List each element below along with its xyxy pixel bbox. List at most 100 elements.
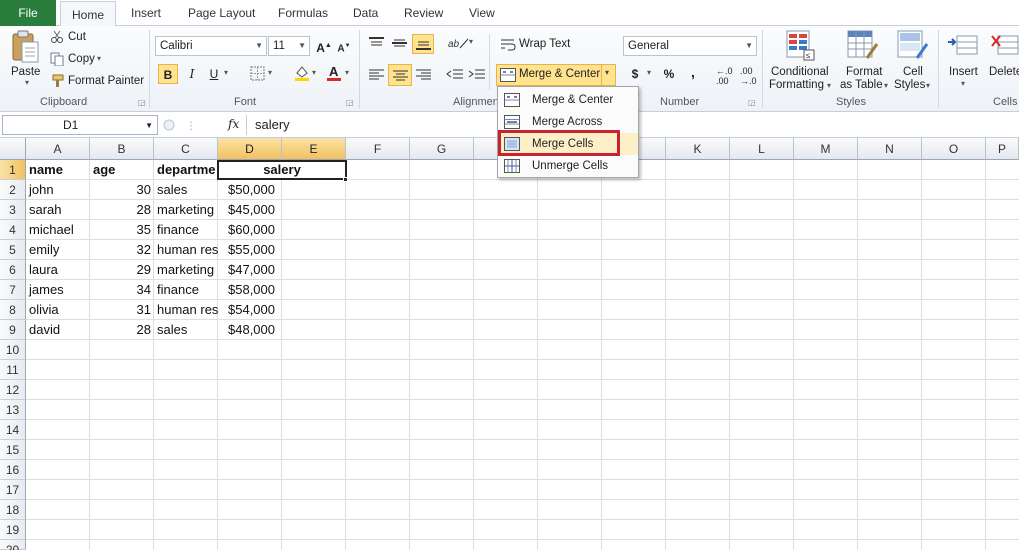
conditional-formatting-icon[interactable]: ≤ [786, 30, 816, 62]
tab-data[interactable]: Data [353, 5, 378, 26]
cell-d2[interactable]: $50,000 [218, 180, 278, 200]
delete-cells-button[interactable]: Delete [989, 66, 1019, 78]
column-header-o[interactable]: O [922, 138, 986, 160]
copy-dropdown-icon[interactable]: ▾ [97, 54, 101, 63]
top-align-icon[interactable] [368, 36, 386, 50]
tab-formulas[interactable]: Formulas [278, 5, 328, 26]
cell-b9[interactable]: 28 [90, 320, 154, 340]
format-painter-button[interactable]: Format Painter [68, 75, 144, 87]
cell-a4[interactable]: michael [26, 220, 90, 240]
menu-item-merge-center[interactable]: Merge & Center [498, 89, 638, 111]
tab-page-layout[interactable]: Page Layout [188, 5, 255, 26]
align-left-icon[interactable] [368, 68, 386, 82]
percent-style-button[interactable]: % [659, 64, 679, 84]
formula-bar-handle-icon[interactable]: ⋮ [162, 118, 220, 132]
selected-merged-cell-d1[interactable]: salery [217, 160, 347, 180]
cell-c3[interactable]: marketing [154, 200, 218, 220]
cell-a5[interactable]: emily [26, 240, 90, 260]
cell-d9[interactable]: $48,000 [218, 320, 278, 340]
cell-a9[interactable]: david [26, 320, 90, 340]
orientation-dropdown-icon[interactable]: ▾ [469, 37, 473, 46]
font-size-select[interactable]: 11 ▼ [268, 36, 310, 56]
conditional-formatting-dropdown-icon[interactable]: ▾ [827, 81, 831, 90]
tab-file[interactable]: File [0, 0, 56, 26]
cell-a7[interactable]: james [26, 280, 90, 300]
cell-styles-dropdown-icon[interactable]: ▾ [926, 81, 930, 90]
row-header-3[interactable]: 3 [0, 200, 26, 220]
row-header-15[interactable]: 15 [0, 440, 26, 460]
cell-b7[interactable]: 34 [90, 280, 154, 300]
borders-icon[interactable] [250, 66, 266, 82]
wrap-text-icon[interactable] [500, 38, 516, 52]
cell-styles-label-2[interactable]: Styles [894, 79, 925, 91]
cell-d3[interactable]: $45,000 [218, 200, 278, 220]
column-header-b[interactable]: B [90, 138, 154, 160]
column-header-e[interactable]: E [282, 138, 346, 160]
cell-c9[interactable]: sales [154, 320, 218, 340]
cell-a6[interactable]: laura [26, 260, 90, 280]
row-header-1[interactable]: 1 [0, 160, 26, 180]
tab-home[interactable]: Home [60, 1, 116, 27]
fill-handle[interactable] [343, 177, 348, 182]
column-header-p[interactable]: P [986, 138, 1019, 160]
wrap-text-button[interactable]: Wrap Text [519, 38, 570, 50]
fill-color-icon[interactable] [293, 64, 311, 82]
bottom-align-button[interactable] [412, 34, 434, 54]
merge-center-button[interactable]: Merge & Center ▾ [496, 64, 616, 86]
font-launcher-icon[interactable]: ◲ [346, 98, 354, 107]
align-center-button[interactable] [388, 64, 412, 86]
cell-b4[interactable]: 35 [90, 220, 154, 240]
cell-styles-icon[interactable] [897, 30, 929, 62]
copy-icon[interactable] [50, 52, 64, 66]
format-painter-icon[interactable] [50, 74, 64, 88]
row-header-9[interactable]: 9 [0, 320, 26, 340]
format-as-table-dropdown-icon[interactable]: ▾ [884, 81, 888, 90]
cell-a3[interactable]: sarah [26, 200, 90, 220]
cell-c4[interactable]: finance [154, 220, 218, 240]
cell-styles-label[interactable]: Cell [903, 66, 923, 78]
conditional-formatting-label-2[interactable]: Formatting [769, 79, 824, 91]
tab-insert[interactable]: Insert [131, 5, 161, 26]
clipboard-launcher-icon[interactable]: ◲ [138, 98, 146, 107]
cell-b1[interactable]: age [90, 160, 154, 180]
underline-button[interactable]: U [204, 64, 224, 84]
row-header-10[interactable]: 10 [0, 340, 26, 360]
cell-d6[interactable]: $47,000 [218, 260, 278, 280]
insert-cells-dropdown-icon[interactable]: ▾ [961, 79, 965, 88]
cell-a1[interactable]: name [26, 160, 90, 180]
select-all-button[interactable] [0, 138, 26, 160]
row-header-16[interactable]: 16 [0, 460, 26, 480]
paste-button[interactable]: Paste [11, 66, 40, 78]
column-header-m[interactable]: M [794, 138, 858, 160]
insert-cells-icon[interactable] [947, 32, 979, 60]
font-color-dropdown-icon[interactable]: ▾ [345, 68, 349, 77]
row-header-2[interactable]: 2 [0, 180, 26, 200]
bold-button[interactable]: B [158, 64, 178, 84]
format-as-table-icon[interactable] [847, 30, 879, 62]
cut-button[interactable]: Cut [68, 31, 86, 43]
row-header-13[interactable]: 13 [0, 400, 26, 420]
tab-view[interactable]: View [469, 5, 495, 26]
column-header-k[interactable]: K [666, 138, 730, 160]
merge-dropdown-arrow-icon[interactable]: ▾ [605, 68, 609, 77]
row-header-7[interactable]: 7 [0, 280, 26, 300]
copy-button[interactable]: Copy [68, 53, 95, 65]
grow-font-icon[interactable]: A▲ [314, 36, 334, 56]
font-family-select[interactable]: Calibri ▼ [155, 36, 267, 56]
format-as-table-label-2[interactable]: as Table [840, 79, 883, 91]
italic-button[interactable]: I [182, 64, 202, 84]
column-header-a[interactable]: A [26, 138, 90, 160]
cell-a8[interactable]: olivia [26, 300, 90, 320]
borders-dropdown-icon[interactable]: ▾ [268, 68, 272, 77]
middle-align-icon[interactable] [391, 36, 409, 50]
cell-b3[interactable]: 28 [90, 200, 154, 220]
number-launcher-icon[interactable]: ◲ [748, 98, 756, 107]
cell-b8[interactable]: 31 [90, 300, 154, 320]
conditional-formatting-label[interactable]: Conditional [771, 66, 829, 78]
insert-function-button[interactable]: fx [228, 117, 239, 131]
underline-dropdown-icon[interactable]: ▾ [224, 68, 228, 77]
row-header-5[interactable]: 5 [0, 240, 26, 260]
cell-b5[interactable]: 32 [90, 240, 154, 260]
cell-b2[interactable]: 30 [90, 180, 154, 200]
row-header-19[interactable]: 19 [0, 520, 26, 540]
